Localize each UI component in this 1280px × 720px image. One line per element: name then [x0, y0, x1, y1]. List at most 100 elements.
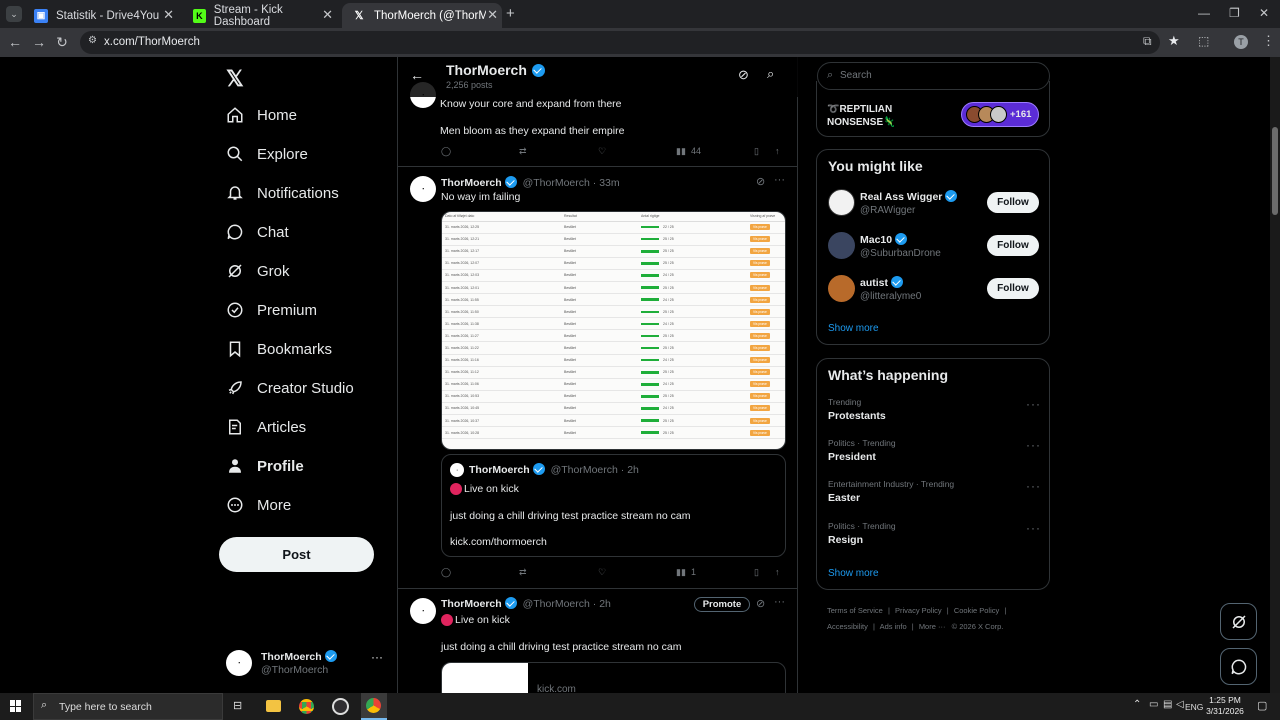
tray-chevron-icon[interactable]: ⌃	[1133, 699, 1141, 710]
trend-more-icon[interactable]: ···	[1026, 438, 1041, 452]
scrollbar-thumb[interactable]	[1272, 127, 1278, 215]
nav-notifications[interactable]: Notifications	[226, 184, 339, 202]
view-test-button[interactable]: Vis prøve	[750, 332, 770, 339]
trend-item[interactable]: Politics · Trending Resign	[828, 521, 896, 546]
obs-icon[interactable]	[332, 698, 349, 715]
profile-avatar[interactable]: T	[1234, 35, 1248, 49]
footer-link[interactable]: Accessibility	[827, 622, 868, 631]
page-scrollbar[interactable]	[1270, 57, 1280, 693]
footer-link[interactable]: Ads info	[880, 622, 907, 631]
nav-chat[interactable]: Chat	[226, 223, 289, 241]
search-icon[interactable]: ⌕	[767, 66, 774, 82]
post-button[interactable]: Post	[219, 537, 374, 572]
show-more-link[interactable]: Show more	[828, 568, 879, 579]
link-card[interactable]: kick.com	[441, 662, 786, 693]
view-test-button[interactable]: Vis prøve	[750, 393, 770, 400]
result-view[interactable]: Vis prøve	[750, 306, 785, 318]
nav-home[interactable]: Home	[226, 106, 297, 124]
result-view[interactable]: Vis prøve	[750, 342, 785, 354]
minimize-icon[interactable]: —	[1198, 6, 1210, 20]
result-view[interactable]: Vis prøve	[750, 294, 785, 306]
more-dots-icon[interactable]: ···	[774, 596, 785, 608]
grok-explain-icon[interactable]: ⊘	[756, 175, 765, 188]
bookmark-star-icon[interactable]: ★	[1168, 33, 1180, 49]
tray-device-icon[interactable]: ▭	[1149, 699, 1158, 710]
avatar[interactable]: ᐧ	[410, 176, 436, 202]
view-test-button[interactable]: Vis prøve	[750, 248, 770, 255]
grok-icon[interactable]: ⊘	[738, 67, 749, 83]
show-more-link[interactable]: Show more	[828, 323, 879, 334]
nav-more[interactable]: More	[226, 496, 291, 514]
result-view[interactable]: Vis prøve	[750, 378, 785, 390]
nav-profile[interactable]: Profile	[226, 457, 304, 475]
x-logo-icon[interactable]: 𝕏	[226, 66, 244, 92]
quote-link[interactable]: kick.com/thormoerch	[450, 536, 547, 548]
nav-premium[interactable]: Premium	[226, 301, 317, 319]
avatar[interactable]: ᐧ	[410, 598, 436, 624]
result-view[interactable]: Vis prøve	[750, 415, 785, 427]
trend-item[interactable]: Politics · Trending President	[828, 438, 896, 463]
reply-icon[interactable]: ◯	[441, 567, 451, 578]
close-window-icon[interactable]: ✕	[1259, 6, 1269, 20]
language-indicator[interactable]: ENG	[1185, 702, 1203, 712]
bookmark-icon[interactable]: ▯	[754, 567, 759, 578]
spaces-card[interactable]: ➰REPTILIAN NONSENSE🦎 +161	[816, 81, 1050, 137]
like-icon[interactable]: ♡	[598, 146, 606, 157]
view-test-button[interactable]: Vis prøve	[750, 224, 770, 231]
result-view[interactable]: Vis prøve	[750, 427, 785, 439]
close-tab-icon[interactable]: ✕	[322, 7, 333, 23]
trend-more-icon[interactable]: ···	[1026, 397, 1041, 411]
tab-x-profile[interactable]: 𝕏 ThorMoerch (@ThorMoerch) / ✕	[342, 3, 502, 28]
chrome-icon[interactable]	[299, 699, 314, 714]
footer-link[interactable]: Terms of Service	[827, 606, 883, 615]
view-test-button[interactable]: Vis prøve	[750, 357, 770, 364]
follow-button[interactable]: Follow	[987, 192, 1039, 213]
share-icon[interactable]: ↑	[775, 146, 780, 156]
footer-link[interactable]: Cookie Policy	[954, 606, 999, 615]
windows-start-icon[interactable]	[10, 700, 22, 712]
result-view[interactable]: Vis prøve	[750, 402, 785, 414]
reload-icon[interactable]: ↻	[53, 34, 71, 51]
clock[interactable]: 1:25 PM 3/31/2026	[1203, 695, 1247, 717]
site-info-icon[interactable]: ⚙	[88, 35, 97, 46]
trend-more-icon[interactable]: ···	[1026, 479, 1041, 493]
listeners-pill[interactable]: +161	[961, 102, 1039, 127]
restore-icon[interactable]: ❐	[1229, 6, 1240, 20]
reply-icon[interactable]: ◯	[441, 146, 451, 157]
view-test-button[interactable]: Vis prøve	[750, 236, 770, 243]
view-test-button[interactable]: Vis prøve	[750, 272, 770, 279]
view-test-button[interactable]: Vis prøve	[750, 344, 770, 351]
result-view[interactable]: Vis prøve	[750, 354, 785, 366]
share-icon[interactable]: ↑	[775, 567, 780, 577]
result-view[interactable]: Vis prøve	[750, 318, 785, 330]
account-switcher[interactable]: ᐧ ThorMoerch @ThorMoerch ···	[226, 648, 386, 678]
nav-articles[interactable]: Articles	[226, 418, 306, 436]
task-view-icon[interactable]: ⊟	[233, 699, 242, 712]
result-view[interactable]: Vis prøve	[750, 269, 785, 281]
view-test-button[interactable]: Vis prøve	[750, 284, 770, 291]
result-view[interactable]: Vis prøve	[750, 257, 785, 269]
close-tab-icon[interactable]: ✕	[163, 7, 174, 23]
view-test-button[interactable]: Vis prøve	[750, 417, 770, 424]
back-icon[interactable]: ←	[6, 34, 24, 50]
back-arrow-icon[interactable]: ←	[410, 67, 424, 83]
notifications-icon[interactable]: ▢	[1257, 699, 1267, 712]
like-icon[interactable]: ♡	[598, 567, 606, 578]
nav-grok[interactable]: Grok	[226, 262, 290, 280]
retweet-icon[interactable]: ⇄	[519, 146, 527, 157]
view-test-button[interactable]: Vis prøve	[750, 308, 770, 315]
view-test-button[interactable]: Vis prøve	[750, 320, 770, 327]
trend-item[interactable]: Entertainment Industry · Trending Easter	[828, 479, 954, 504]
forward-icon[interactable]: →	[30, 34, 48, 50]
result-view[interactable]: Vis prøve	[750, 366, 785, 378]
tab-search-button[interactable]: ⌄	[6, 6, 22, 22]
result-view[interactable]: Vis prøve	[750, 390, 785, 402]
tab-kick[interactable]: K Stream - Kick Dashboard ✕	[183, 3, 341, 28]
bookmark-icon[interactable]: ▯	[754, 146, 759, 157]
result-view[interactable]: Vis prøve	[750, 330, 785, 342]
tweet-image[interactable]: Dato af tilføjet dato Resultat Antal rig…	[441, 211, 786, 450]
footer-link[interactable]: More ···	[919, 622, 946, 631]
quoted-tweet[interactable]: ᐧ ThorMoerch @ThorMoerch · 2h Live on ki…	[441, 454, 786, 557]
taskbar-search[interactable]: ⌕ Type here to search	[33, 693, 223, 720]
trend-item[interactable]: Trending Protestants	[828, 397, 886, 422]
